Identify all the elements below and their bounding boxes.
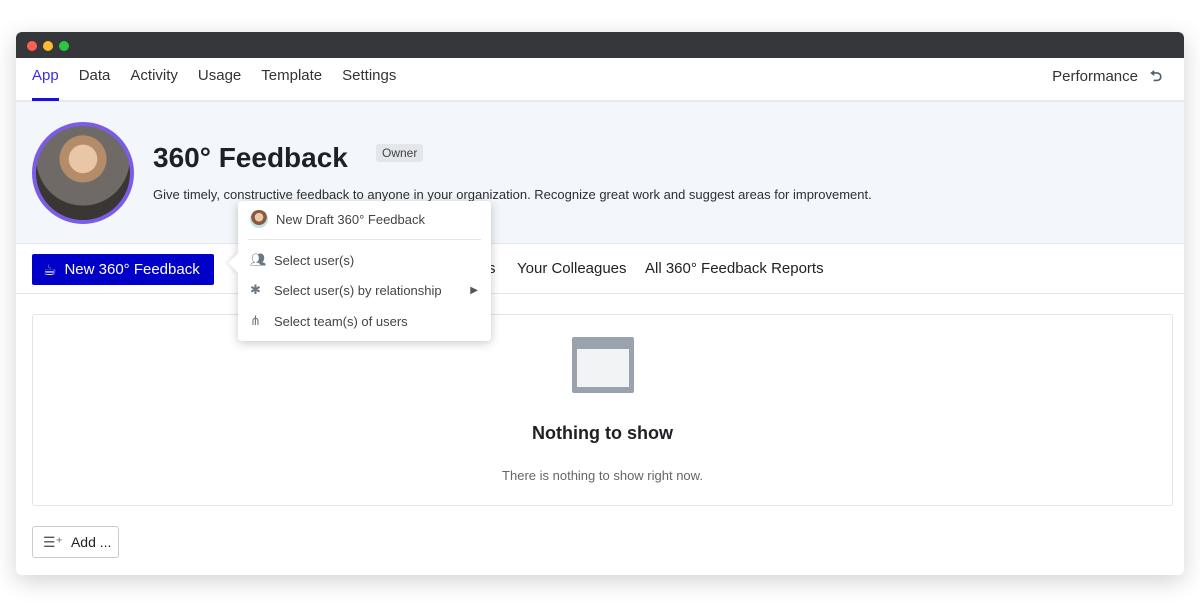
app-header: 360° Feedback Owner Give timely, constru… [16, 102, 1184, 244]
add-button[interactable]: ☰⁺ Add ... [32, 526, 119, 558]
tab-your-colleagues[interactable]: Your Colleagues [517, 260, 627, 277]
back-arrow-icon[interactable]: ⮌ [1150, 58, 1162, 102]
maximize-window-button[interactable] [59, 41, 69, 51]
menu-item-select-users[interactable]: 👥︎ Select user(s) [250, 252, 354, 268]
team-hierarchy-icon: ⋔ [250, 313, 261, 328]
empty-title: Nothing to show [532, 423, 673, 443]
close-window-button[interactable] [27, 41, 37, 51]
user-avatar-icon [250, 210, 268, 228]
menu-item-select-by-relationship[interactable]: ✱ Select user(s) by relationship ▶ [250, 282, 478, 298]
tab-data[interactable]: Data [79, 57, 111, 101]
tab-app[interactable]: App [32, 57, 59, 101]
owner-badge: Owner [376, 144, 424, 162]
submenu-arrow-icon: ▶ [470, 284, 478, 296]
title-bar [16, 32, 1184, 58]
tab-template[interactable]: Template [261, 57, 322, 101]
users-icon: 👥︎ [250, 252, 267, 267]
menu-item-select-teams[interactable]: ⋔ Select team(s) of users [250, 313, 408, 329]
empty-state-panel: Nothing to show There is nothing to show… [32, 314, 1173, 506]
app-window: App Data Activity Usage Template Setting… [16, 32, 1184, 575]
tab-settings[interactable]: Settings [342, 57, 396, 101]
tab-usage[interactable]: Usage [198, 57, 241, 101]
app-description: Give timely, constructive feedback to an… [153, 187, 872, 202]
menu-item-new-draft[interactable]: New Draft 360° Feedback [250, 210, 425, 228]
minimize-window-button[interactable] [43, 41, 53, 51]
new-feedback-menu: New Draft 360° Feedback 👥︎ Select user(s… [238, 201, 491, 341]
page-title: 360° Feedback [153, 142, 348, 173]
performance-label: Performance [1052, 68, 1138, 85]
cup-icon: ☕︎ [43, 261, 57, 279]
add-list-icon: ☰⁺ [43, 533, 63, 550]
feedback-toolbar: ☕︎ New 360° Feedback s Your Colleagues A… [16, 244, 1184, 294]
top-nav: App Data Activity Usage Template Setting… [16, 58, 1184, 102]
menu-divider [248, 239, 481, 240]
empty-subtitle: There is nothing to show right now. [502, 468, 703, 483]
relationship-icon: ✱ [250, 282, 261, 297]
performance-link[interactable]: Performance ⮌ [1052, 58, 1162, 102]
app-avatar [32, 122, 134, 224]
tab-activity[interactable]: Activity [130, 57, 178, 101]
tab-all-reports[interactable]: All 360° Feedback Reports [645, 260, 824, 277]
empty-window-icon [572, 337, 634, 393]
new-feedback-button[interactable]: ☕︎ New 360° Feedback [32, 254, 214, 285]
